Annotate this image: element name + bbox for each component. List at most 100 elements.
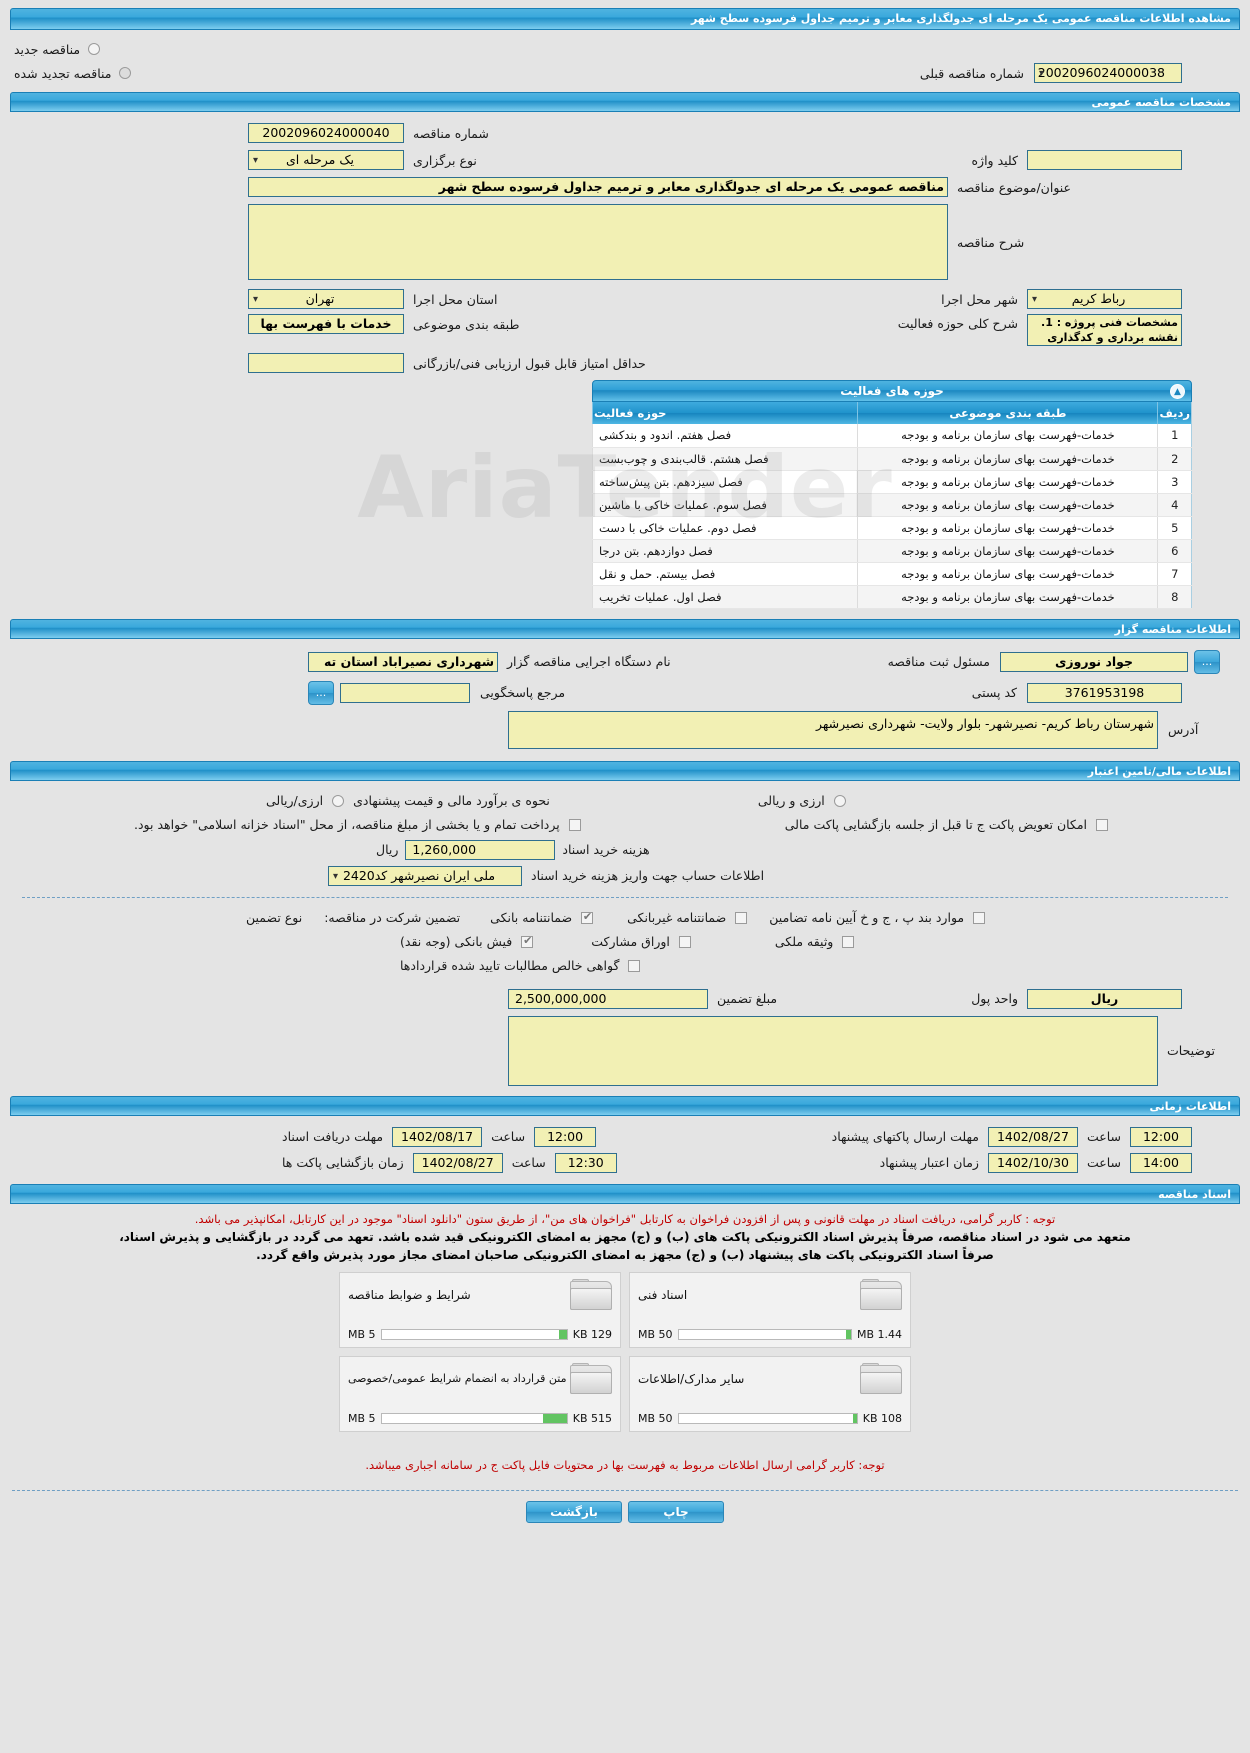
subject-field[interactable]: مناقصه عمومی یک مرحله ای جدولگذاری معابر… [248,177,948,197]
folder-icon [570,1362,612,1395]
activities-title: حوزه های فعالیت [840,384,944,398]
remarks-field[interactable] [508,1015,1158,1086]
min-score-field[interactable] [248,353,404,373]
guarantee-checkbox-5[interactable] [678,935,691,948]
city-select[interactable]: رباط کریم [1027,289,1182,309]
agency-field[interactable]: شهرداری نصیراباد استان ته [308,651,498,672]
tender-no-field[interactable]: 2002096024000040 [248,123,404,143]
timing-section-body: 12:00 ساعت 1402/08/27 مهلت ارسال پاکتهای… [10,1124,1240,1176]
guarantee-checkbox-6[interactable] [842,935,855,948]
receive-time-field[interactable]: 12:00 [534,1126,597,1147]
guarantee-checkbox-2[interactable] [735,911,748,924]
document-card[interactable]: شرایط و ضوابط مناقصه 129 KB 5 MB [339,1271,621,1348]
envelope-swap-label: امکان تعویض پاکت ج تا قبل از جلسه بازگشا… [784,817,1088,832]
cell-category: خدمات-فهرست بهای سازمان برنامه و بودجه [857,516,1158,540]
collapse-icon[interactable]: ▲ [1170,384,1185,399]
guarantee-amount-field[interactable]: 2,500,000,000 [508,988,708,1009]
submit-date-field[interactable]: 1402/08/27 [987,1126,1078,1147]
open-time-field[interactable]: 12:30 [554,1152,617,1173]
document-size: 515 KB [572,1411,612,1425]
cell-category: خدمات-فهرست بهای سازمان برنامه و بودجه [857,539,1158,563]
tender-type-label: نوع برگزاری [413,152,477,168]
cell-area: فصل دوازدهم. بتن درجا [591,539,858,563]
account-select[interactable]: ملی ایران نصیرشهر کد2420 [328,865,522,886]
documents-section-header: اسناد مناقصه [10,1183,1240,1204]
financial-section-title: اطلاعات مالی/تامین اعتبار [1087,764,1231,778]
payment-note-label: پرداخت تمام و یا بخشی از مبلغ مناقصه، از… [134,817,560,832]
folder-icon [860,1278,902,1311]
documents-note-2: صرفاً اسناد الکترونیکی پاکت های پیشنهاد … [256,1247,994,1262]
currency-unit-field[interactable]: ریال [1027,988,1182,1009]
guarantee-amount-label: مبلغ تضمین [717,991,778,1006]
cell-row: 8 [1157,585,1192,609]
guarantee-label-4: فیش بانکی (وجه نقد) [400,934,513,949]
guarantee-checkbox-3[interactable] [973,911,986,924]
activity-desc-field[interactable]: مشخصات فنی پروژه : 1. نقشه برداری و کدگذ… [1027,314,1182,346]
cell-row: 5 [1157,516,1192,540]
payment-note-checkbox[interactable] [568,818,581,831]
general-section-header: مشخصات مناقصه عمومی [10,92,1240,112]
province-select[interactable]: تهران [248,289,404,309]
activities-table: ردیف طبقه بندی موضوعی حوزه فعالیت 1 خدما… [591,402,1192,609]
registrar-field[interactable]: جواد نوروزی [1000,651,1188,672]
submit-time-field[interactable]: 12:00 [1130,1126,1192,1147]
doc-cost-field[interactable]: 1,260,000 [405,839,556,860]
min-score-label: حداقل امتیاز قابل قبول ارزیابی فنی/بازرگ… [413,355,646,371]
envelope-swap-checkbox[interactable] [1096,818,1109,831]
documents-footer-note: توجه: کاربر گرامی ارسال اطلاعات مربوط به… [365,1457,885,1472]
organizer-section-header: اطلاعات مناقصه گزار [10,618,1240,639]
cell-area: فصل دوم. عملیات خاکی با دست [591,516,858,540]
table-row: 2 خدمات-فهرست بهای سازمان برنامه و بودجه… [591,447,1192,471]
table-row: 3 خدمات-فهرست بهای سازمان برنامه و بودجه… [591,470,1192,494]
validity-date-field[interactable]: 1402/10/30 [987,1152,1078,1173]
receive-date-field[interactable]: 1402/08/17 [392,1126,483,1147]
radio-rial[interactable] [332,794,345,807]
radio-renewed-tender[interactable] [119,67,132,79]
cell-category: خدمات-فهرست بهای سازمان برنامه و بودجه [857,470,1158,494]
description-field[interactable] [248,204,948,280]
city-label: شهر محل اجرا [941,291,1018,307]
guarantee-checkbox-1[interactable] [581,910,594,924]
table-row: 6 خدمات-فهرست بهای سازمان برنامه و بودجه… [591,539,1192,563]
guarantee-label-2: ضمانتنامه غیربانکی [627,910,727,925]
category-field[interactable]: خدمات با فهرست بها [248,314,404,334]
col-row: ردیف [1157,402,1192,424]
document-title: سایر مدارک/اطلاعات [638,1371,745,1386]
validity-time-field[interactable]: 14:00 [1130,1152,1192,1173]
radio-new-tender[interactable] [88,43,101,55]
renewed-tender-label: مناقصه تجدید شده [14,65,112,81]
radio-currency-and-rial[interactable] [833,794,846,807]
postal-code-label: کد پستی [971,685,1017,700]
guarantee-label-3: موارد بند پ ، ج و خ آیین نامه تضامین [769,910,965,925]
guarantee-checkbox-4[interactable] [521,934,534,948]
cell-category: خدمات-فهرست بهای سازمان برنامه و بودجه [857,493,1158,517]
address-label: آدرس [1168,721,1199,737]
document-progress [677,1412,858,1424]
document-card[interactable]: سایر مدارک/اطلاعات 108 KB 50 MB [629,1355,911,1432]
tender-type-select[interactable]: یک مرحله ای [248,150,404,170]
document-card[interactable]: اسناد فنی 1.44 MB 50 MB [629,1271,911,1348]
keyword-field[interactable] [1027,150,1182,170]
print-button[interactable]: چاپ [628,1500,724,1523]
cell-area: فصل هشتم. قالب‌بندی و چوب‌بست [591,447,858,471]
guarantee-checkbox-7[interactable] [628,959,641,972]
document-card[interactable]: متن قرارداد به انضمام شرایط عمومی/خصوصی … [339,1355,621,1432]
tender-no-label: شماره مناقصه [413,125,489,141]
cell-category: خدمات-فهرست بهای سازمان برنامه و بودجه [857,585,1158,609]
registrar-browse-button[interactable]: ... [1194,649,1220,674]
back-button[interactable]: بازگشت [526,1500,622,1523]
category-label: طبقه بندی موضوعی [413,316,520,332]
page-title-bar: مشاهده اطلاعات مناقصه عمومی یک مرحله ای … [10,8,1240,30]
activities-body: 1 خدمات-فهرست بهای سازمان برنامه و بودجه… [591,424,1192,609]
organizer-section-title: اطلاعات مناقصه گزار [1114,622,1231,636]
new-tender-label: مناقصه جدید [14,41,81,57]
document-progress [380,1412,568,1424]
postal-code-field[interactable]: 3761953198 [1027,682,1182,703]
address-field[interactable]: شهرستان رباط کریم- نصیرشهر- بلوار ولایت-… [508,710,1158,749]
document-max: 50 MB [638,1411,673,1425]
previous-tender-select[interactable]: 2002096024000038 [1034,63,1182,83]
open-date-field[interactable]: 1402/08/27 [412,1152,503,1173]
contact-field[interactable] [340,682,470,703]
contact-browse-button[interactable]: ... [308,680,334,705]
contact-label: مرجع پاسخگویی [480,685,566,700]
